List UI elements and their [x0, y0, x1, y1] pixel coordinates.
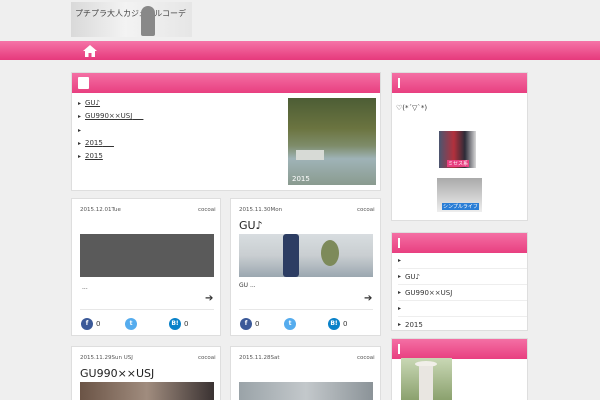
featured-header [72, 73, 380, 93]
card-image[interactable] [80, 382, 214, 400]
sidebar-profile-header [392, 73, 527, 93]
logo-text: プチプラ大人カジュアルコーデ [75, 9, 187, 18]
card-title[interactable]: GU990××USJ [80, 367, 154, 380]
featured-image-caption: 2015 [292, 175, 310, 183]
user-icon [78, 77, 89, 89]
image-figure [283, 234, 299, 277]
sidebar-recent-panel: GU♪ GU990××USJ 2015 [391, 232, 528, 333]
card-excerpt: ... [82, 284, 88, 291]
hatena-bookmark-icon[interactable]: B! [169, 318, 181, 330]
card-date: 2015.11.28Sat [239, 355, 280, 361]
sidebar-photo-header [392, 339, 527, 359]
main-navbar [0, 41, 600, 60]
card-date: 2015.11.29Sun USJ [80, 355, 133, 361]
divider [80, 309, 214, 310]
card-author: cocoai [198, 207, 216, 213]
read-more-arrow-icon[interactable]: ➔ [205, 293, 213, 304]
facebook-count: 0 [96, 320, 101, 328]
card-author: cocoai [357, 207, 375, 213]
read-more-arrow-icon[interactable]: ➔ [364, 293, 372, 304]
card-author: cocoai [357, 355, 375, 361]
profile-text: ♡(*´▽`*) [396, 104, 428, 112]
card-image[interactable] [239, 234, 373, 277]
facebook-icon[interactable]: f [81, 318, 93, 330]
logo-figure [141, 6, 155, 36]
image-tree [321, 240, 339, 266]
card-author: cocoai [198, 355, 216, 361]
twitter-icon[interactable]: t [284, 318, 296, 330]
banner-mrs[interactable]: ミセス系 [439, 131, 476, 168]
banner-mrs-label: ミセス系 [447, 160, 470, 167]
sidebar-photo[interactable] [401, 358, 452, 400]
card-title[interactable]: GU♪ [239, 219, 263, 232]
hatena-count: 0 [184, 320, 189, 328]
recent-post-link[interactable] [398, 253, 527, 269]
card-date: 2015.12.01Tue [80, 207, 121, 213]
banner-simple[interactable]: シンプルライフ [437, 178, 482, 212]
card-date: 2015.11.30Mon [239, 207, 283, 213]
boat-shape [296, 150, 324, 160]
featured-image[interactable]: 2015 [288, 98, 376, 185]
hatena-count: 0 [343, 320, 348, 328]
photo-person [419, 366, 433, 400]
site-logo[interactable]: プチプラ大人カジュアルコーデ [71, 2, 192, 37]
recent-post-link[interactable]: GU♪ [398, 269, 527, 285]
facebook-count: 0 [255, 320, 260, 328]
card-excerpt: GU ... [239, 282, 256, 289]
home-icon[interactable] [82, 44, 98, 58]
twitter-icon[interactable]: t [125, 318, 137, 330]
facebook-icon[interactable]: f [240, 318, 252, 330]
recent-post-link[interactable]: 2015 [398, 317, 527, 333]
card-image[interactable] [239, 382, 373, 400]
hatena-bookmark-icon[interactable]: B! [328, 318, 340, 330]
recent-post-link[interactable] [398, 301, 527, 317]
card-image[interactable] [80, 234, 214, 277]
recent-post-list: GU♪ GU990××USJ 2015 [392, 253, 527, 333]
recent-post-link[interactable]: GU990××USJ [398, 285, 527, 301]
divider [239, 309, 373, 310]
banner-simple-label: シンプルライフ [442, 203, 479, 210]
sidebar-recent-header [392, 233, 527, 253]
